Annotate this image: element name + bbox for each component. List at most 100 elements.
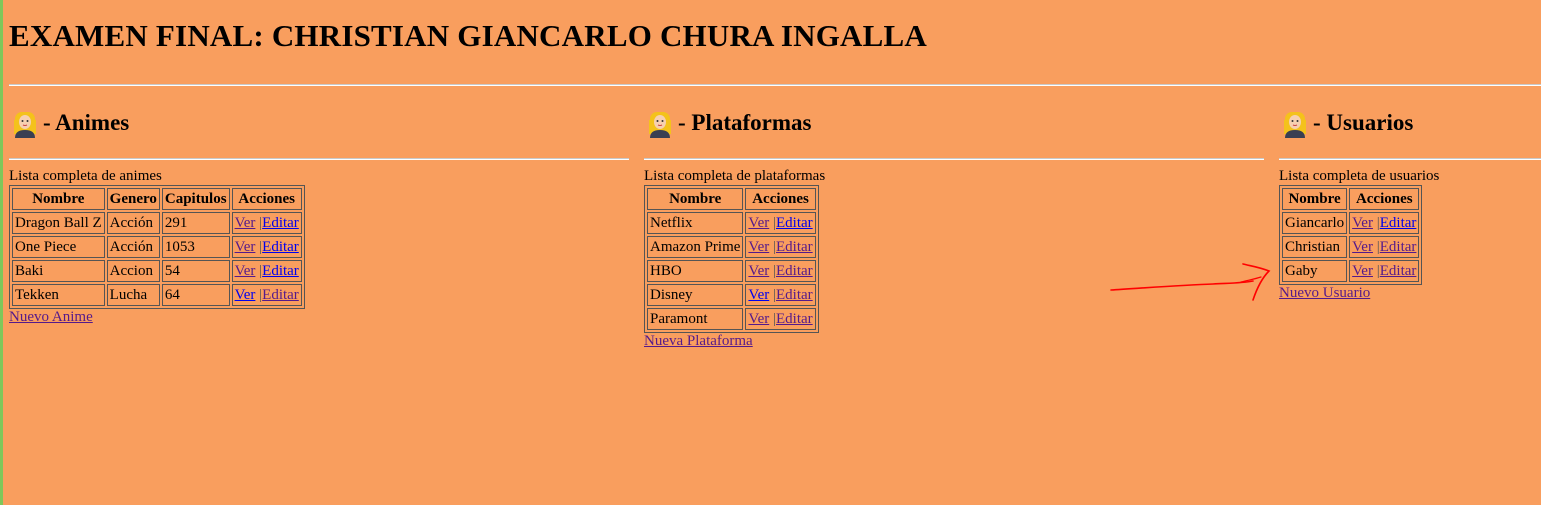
table-row: Giancarlo Ver |Editar	[1282, 212, 1420, 234]
red-arrow-annotation	[1110, 263, 1271, 301]
page-title: EXAMEN FINAL: CHRISTIAN GIANCARLO CHURA …	[9, 18, 927, 53]
anime-nombre: One Piece	[12, 236, 105, 258]
ver-link[interactable]: Ver	[748, 263, 769, 279]
table-row: Paramont Ver |Editar	[647, 308, 816, 330]
editar-link[interactable]: Editar	[262, 239, 299, 255]
column-header: Acciones	[745, 188, 816, 210]
usuarios-divider	[1279, 158, 1541, 160]
usuario-nombre: Christian	[1282, 236, 1348, 258]
table-header-row: Nombre Acciones	[647, 188, 816, 210]
usuario-acciones: Ver |Editar	[1349, 212, 1420, 234]
nuevo-usuario-link[interactable]: Nuevo Usuario	[1279, 285, 1439, 302]
table-row: HBO Ver |Editar	[647, 260, 816, 282]
editar-link[interactable]: Editar	[262, 215, 299, 231]
plataforma-nombre: Netflix	[647, 212, 744, 234]
plataforma-nombre: Amazon Prime	[647, 236, 744, 258]
nueva-plataforma-link[interactable]: Nueva Plataforma	[644, 333, 825, 350]
table-row: Tekken Lucha 64 Ver |Editar	[12, 284, 302, 306]
usuario-nombre: Gaby	[1282, 260, 1348, 282]
table-row: Amazon Prime Ver |Editar	[647, 236, 816, 258]
anime-nombre: Baki	[12, 260, 105, 282]
plataformas-table: Nombre Acciones Netflix Ver |Editar Amaz…	[644, 185, 819, 333]
anime-acciones: Ver |Editar	[231, 236, 302, 258]
animes-divider	[9, 158, 629, 160]
plataforma-acciones: Ver |Editar	[745, 284, 816, 306]
woman-emoji-icon	[1284, 112, 1306, 138]
animes-table: Nombre Genero Capitulos Acciones Dragon …	[9, 185, 305, 309]
anime-genero: Accion	[106, 260, 160, 282]
animes-section: - Animes Lista completa de animes Nombre…	[9, 106, 629, 325]
plataformas-divider	[644, 158, 1264, 160]
editar-link[interactable]: Editar	[776, 215, 813, 231]
anime-acciones: Ver |Editar	[231, 284, 302, 306]
column-header: Nombre	[12, 188, 105, 210]
anime-capitulos: 1053	[161, 236, 230, 258]
plataforma-nombre: Disney	[647, 284, 744, 306]
column-header: Genero	[106, 188, 160, 210]
usuarios-heading-text: - Usuarios	[1313, 110, 1414, 135]
table-row: Netflix Ver |Editar	[647, 212, 816, 234]
usuario-acciones: Ver |Editar	[1349, 260, 1420, 282]
plataforma-acciones: Ver |Editar	[745, 260, 816, 282]
editar-link[interactable]: Editar	[776, 239, 813, 255]
editar-link[interactable]: Editar	[1380, 215, 1417, 231]
plataforma-nombre: Paramont	[647, 308, 744, 330]
ver-link[interactable]: Ver	[235, 287, 256, 303]
table-row: One Piece Acción 1053 Ver |Editar	[12, 236, 302, 258]
ver-link[interactable]: Ver	[1352, 263, 1373, 279]
anime-genero: Lucha	[106, 284, 160, 306]
ver-link[interactable]: Ver	[748, 215, 769, 231]
ver-link[interactable]: Ver	[748, 287, 769, 303]
animes-heading-text: - Animes	[43, 110, 130, 135]
editar-link[interactable]: Editar	[776, 311, 813, 327]
editar-link[interactable]: Editar	[776, 287, 813, 303]
plataforma-acciones: Ver |Editar	[745, 308, 816, 330]
anime-capitulos: 64	[161, 284, 230, 306]
anime-acciones: Ver |Editar	[231, 260, 302, 282]
nuevo-anime-link[interactable]: Nuevo Anime	[9, 309, 305, 326]
anime-genero: Acción	[106, 236, 160, 258]
table-row: Disney Ver |Editar	[647, 284, 816, 306]
column-header: Nombre	[647, 188, 744, 210]
usuarios-heading: - Usuarios	[1279, 106, 1541, 140]
editar-link[interactable]: Editar	[1380, 239, 1417, 255]
animes-list-label: Lista completa de animes	[9, 168, 162, 184]
anime-nombre: Tekken	[12, 284, 105, 306]
ver-link[interactable]: Ver	[748, 311, 769, 327]
anime-capitulos: 54	[161, 260, 230, 282]
table-row: Dragon Ball Z Acción 291 Ver |Editar	[12, 212, 302, 234]
anime-capitulos: 291	[161, 212, 230, 234]
usuarios-table: Nombre Acciones Giancarlo Ver |Editar Ch…	[1279, 185, 1423, 285]
column-header: Nombre	[1282, 188, 1348, 210]
editar-link[interactable]: Editar	[1380, 263, 1417, 279]
column-header: Capitulos	[161, 188, 230, 210]
editar-link[interactable]: Editar	[262, 287, 299, 303]
editar-link[interactable]: Editar	[262, 263, 299, 279]
plataforma-nombre: HBO	[647, 260, 744, 282]
table-row: Baki Accion 54 Ver |Editar	[12, 260, 302, 282]
usuario-acciones: Ver |Editar	[1349, 236, 1420, 258]
ver-link[interactable]: Ver	[235, 239, 256, 255]
plataformas-list-label: Lista completa de plataformas	[644, 168, 826, 184]
editar-link[interactable]: Editar	[776, 263, 813, 279]
woman-emoji-icon	[649, 112, 671, 138]
plataformas-heading-text: - Plataformas	[678, 110, 812, 135]
anime-nombre: Dragon Ball Z	[12, 212, 105, 234]
ver-link[interactable]: Ver	[235, 263, 256, 279]
plataformas-heading: - Plataformas	[644, 106, 1264, 140]
woman-emoji-icon	[14, 112, 36, 138]
usuarios-section: - Usuarios Lista completa de usuarios No…	[1279, 106, 1541, 301]
top-divider	[9, 84, 1541, 86]
ver-link[interactable]: Ver	[748, 239, 769, 255]
table-header-row: Nombre Acciones	[1282, 188, 1420, 210]
ver-link[interactable]: Ver	[1352, 215, 1373, 231]
column-header: Acciones	[1349, 188, 1420, 210]
usuarios-list-label: Lista completa de usuarios	[1279, 168, 1440, 184]
animes-heading: - Animes	[9, 106, 629, 140]
usuario-nombre: Giancarlo	[1282, 212, 1348, 234]
plataforma-acciones: Ver |Editar	[745, 212, 816, 234]
table-row: Gaby Ver |Editar	[1282, 260, 1420, 282]
ver-link[interactable]: Ver	[1352, 239, 1373, 255]
anime-genero: Acción	[106, 212, 160, 234]
ver-link[interactable]: Ver	[235, 215, 256, 231]
